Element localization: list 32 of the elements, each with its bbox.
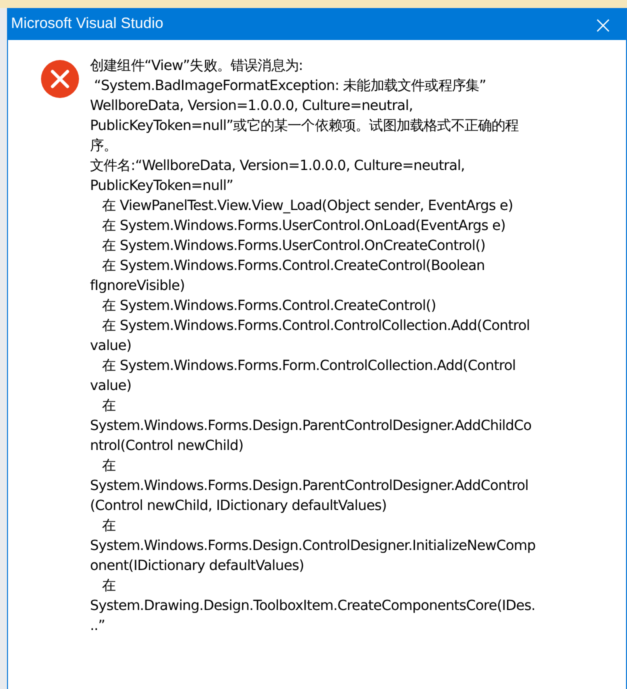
message-line: 在 [101,517,117,536]
message-line: PublicKeyToken=null”或它的某一个依赖项。试图加载格式不正确的程 [90,117,520,136]
message-line: “System.BadImageFormatException: 未能加载文件或程序集” [93,77,487,96]
close-button[interactable]: × [580,9,626,40]
message-line: PublicKeyToken=null” [90,177,234,196]
message-line: WellboreData, Version=1.0.0.0, Culture=neutral, [90,97,414,116]
window-title: Microsoft Visual Studio [11,14,164,34]
message-line: 在 System.Windows.Forms.Form.ControlCollection.Add(Control [101,357,517,376]
message-line: System.Windows.Forms.Design.ControlDesigner.InitializeNewComp [90,537,536,556]
message-line: 序。 [90,137,118,156]
message-line: value) [90,337,132,356]
message-line: ..” [90,617,106,636]
message-line: fIgnoreVisible) [90,277,186,296]
message-line: 在 System.Windows.Forms.Control.CreateControl(Boolean [101,257,486,276]
message-line: 文件名:“WellboreData, Version=1.0.0.0, Culture=neutral, [90,157,466,176]
message-line: 在 [101,577,117,596]
error-icon [40,59,80,99]
message-line: System.Windows.Forms.Design.ParentControlDesigner.AddChildCo [90,417,532,436]
message-line: 在 [101,397,117,416]
message-line: 在 [101,457,117,476]
message-line: 在 System.Windows.Forms.UserControl.OnCreateControl() [101,237,486,256]
message-line: System.Drawing.Design.ToolboxItem.CreateComponentsCore(IDes. [90,597,536,616]
message-line: 在 System.Windows.Forms.UserControl.OnLoad(EventArgs e) [101,217,506,236]
message-line: 创建组件“View”失败。错误消息为: [90,57,304,76]
message-line: 在 System.Windows.Forms.Control.ControlCollection.Add(Control [101,317,531,336]
message-line: (Control newChild, IDictionary defaultValues) [90,497,388,516]
message-line: 在 System.Windows.Forms.Control.CreateControl() [101,297,437,316]
message-line: onent(IDictionary defaultValues) [90,557,305,576]
message-line: 在 ViewPanelTest.View.View_Load(Object sender, EventArgs e) [101,197,514,216]
message-line: value) [90,377,132,396]
message-line: System.Windows.Forms.Design.ParentControlDesigner.AddControl [90,477,530,496]
message-line: ntrol(Control newChild) [90,437,244,456]
